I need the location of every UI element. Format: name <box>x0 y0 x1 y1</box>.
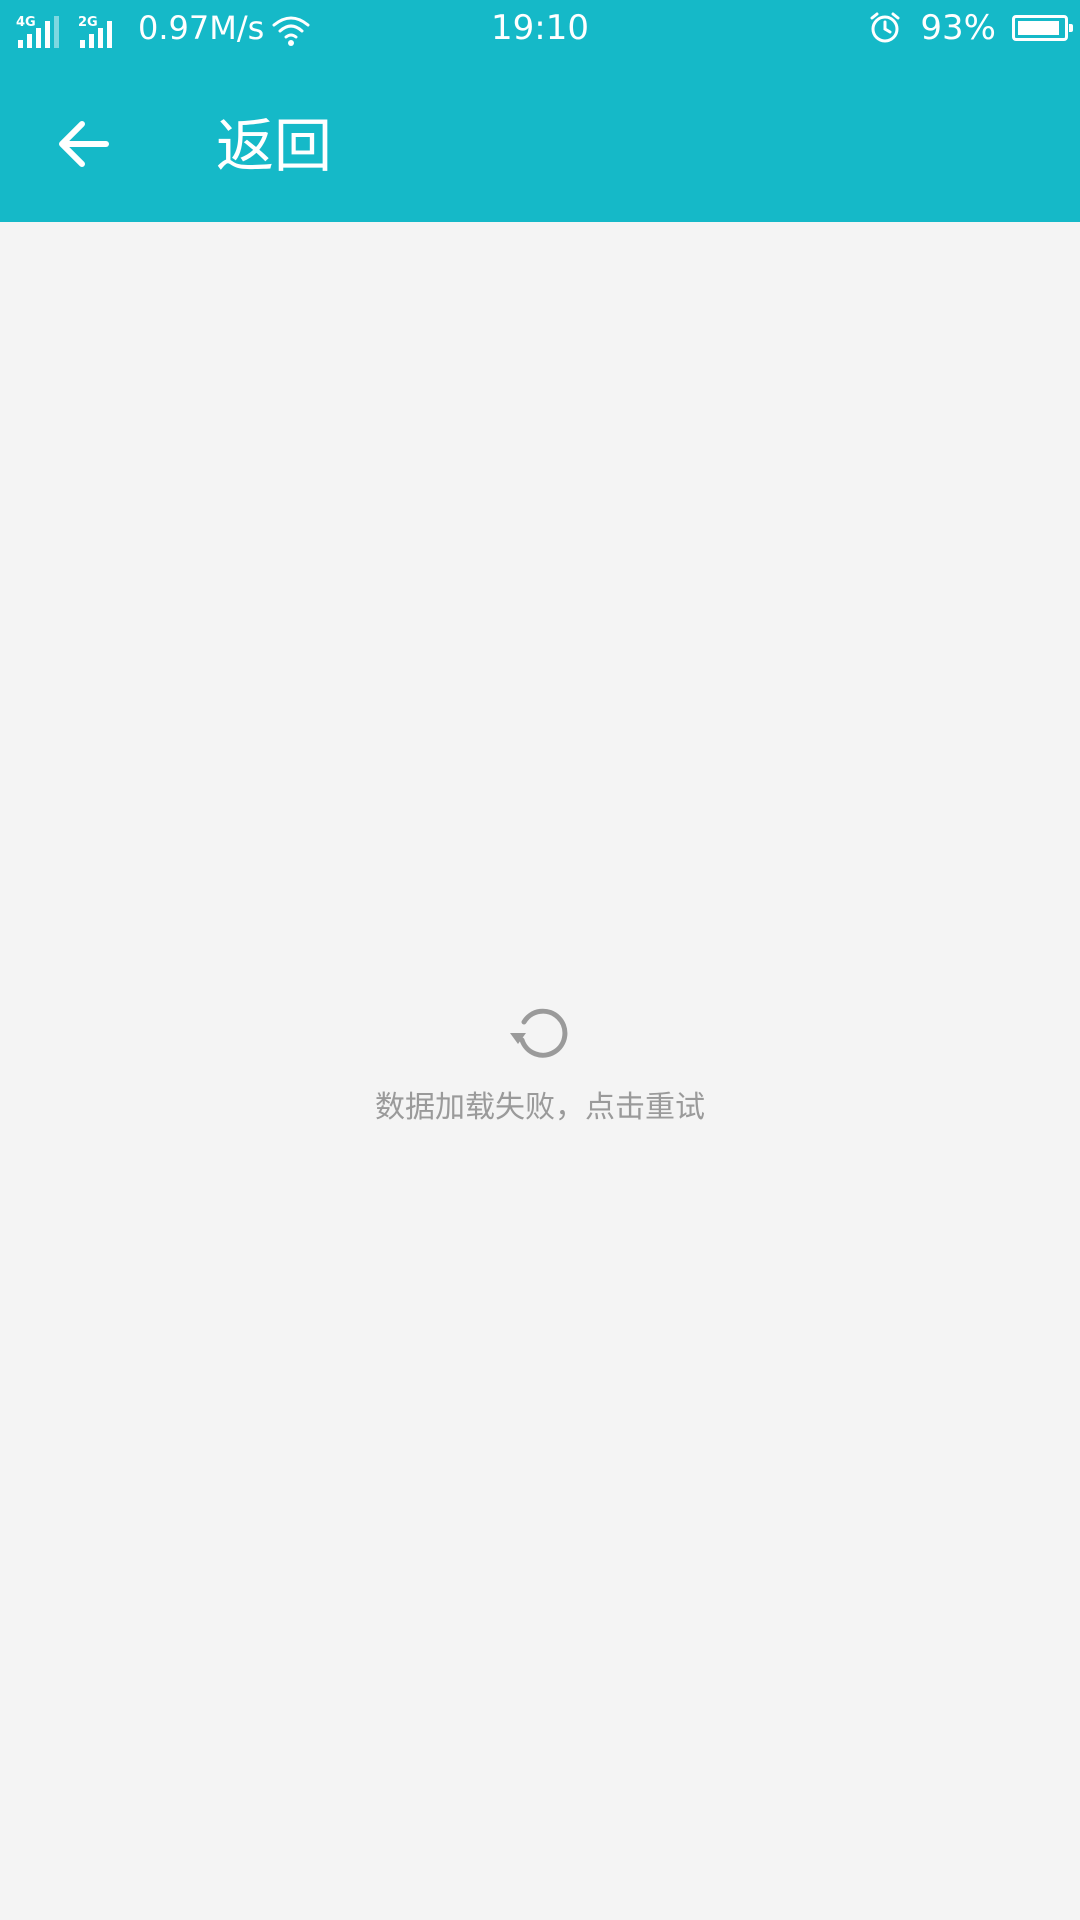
back-button[interactable] <box>44 104 124 184</box>
status-right: 93% <box>868 8 1073 48</box>
header: 4G 2G 0.97M/s 19:10 93% 返回 <box>0 0 1080 222</box>
error-message: 数据加载失败，点击重试 <box>375 1090 705 1125</box>
battery-icon <box>1012 15 1073 41</box>
refresh-icon <box>510 1008 568 1058</box>
arrow-left-icon <box>59 121 109 167</box>
battery-percent: 93% <box>920 8 996 48</box>
app-bar: 返回 <box>0 56 1080 222</box>
alarm-icon <box>870 12 900 43</box>
screen: 4G 2G 0.97M/s 19:10 93% 返回 数据加载失败，点击重试 <box>0 0 1080 1920</box>
status-bar: 4G 2G 0.97M/s 19:10 93% <box>0 0 1080 56</box>
retry-area[interactable]: 数据加载失败，点击重试 <box>0 1000 1080 1128</box>
page-title[interactable]: 返回 <box>216 106 332 186</box>
